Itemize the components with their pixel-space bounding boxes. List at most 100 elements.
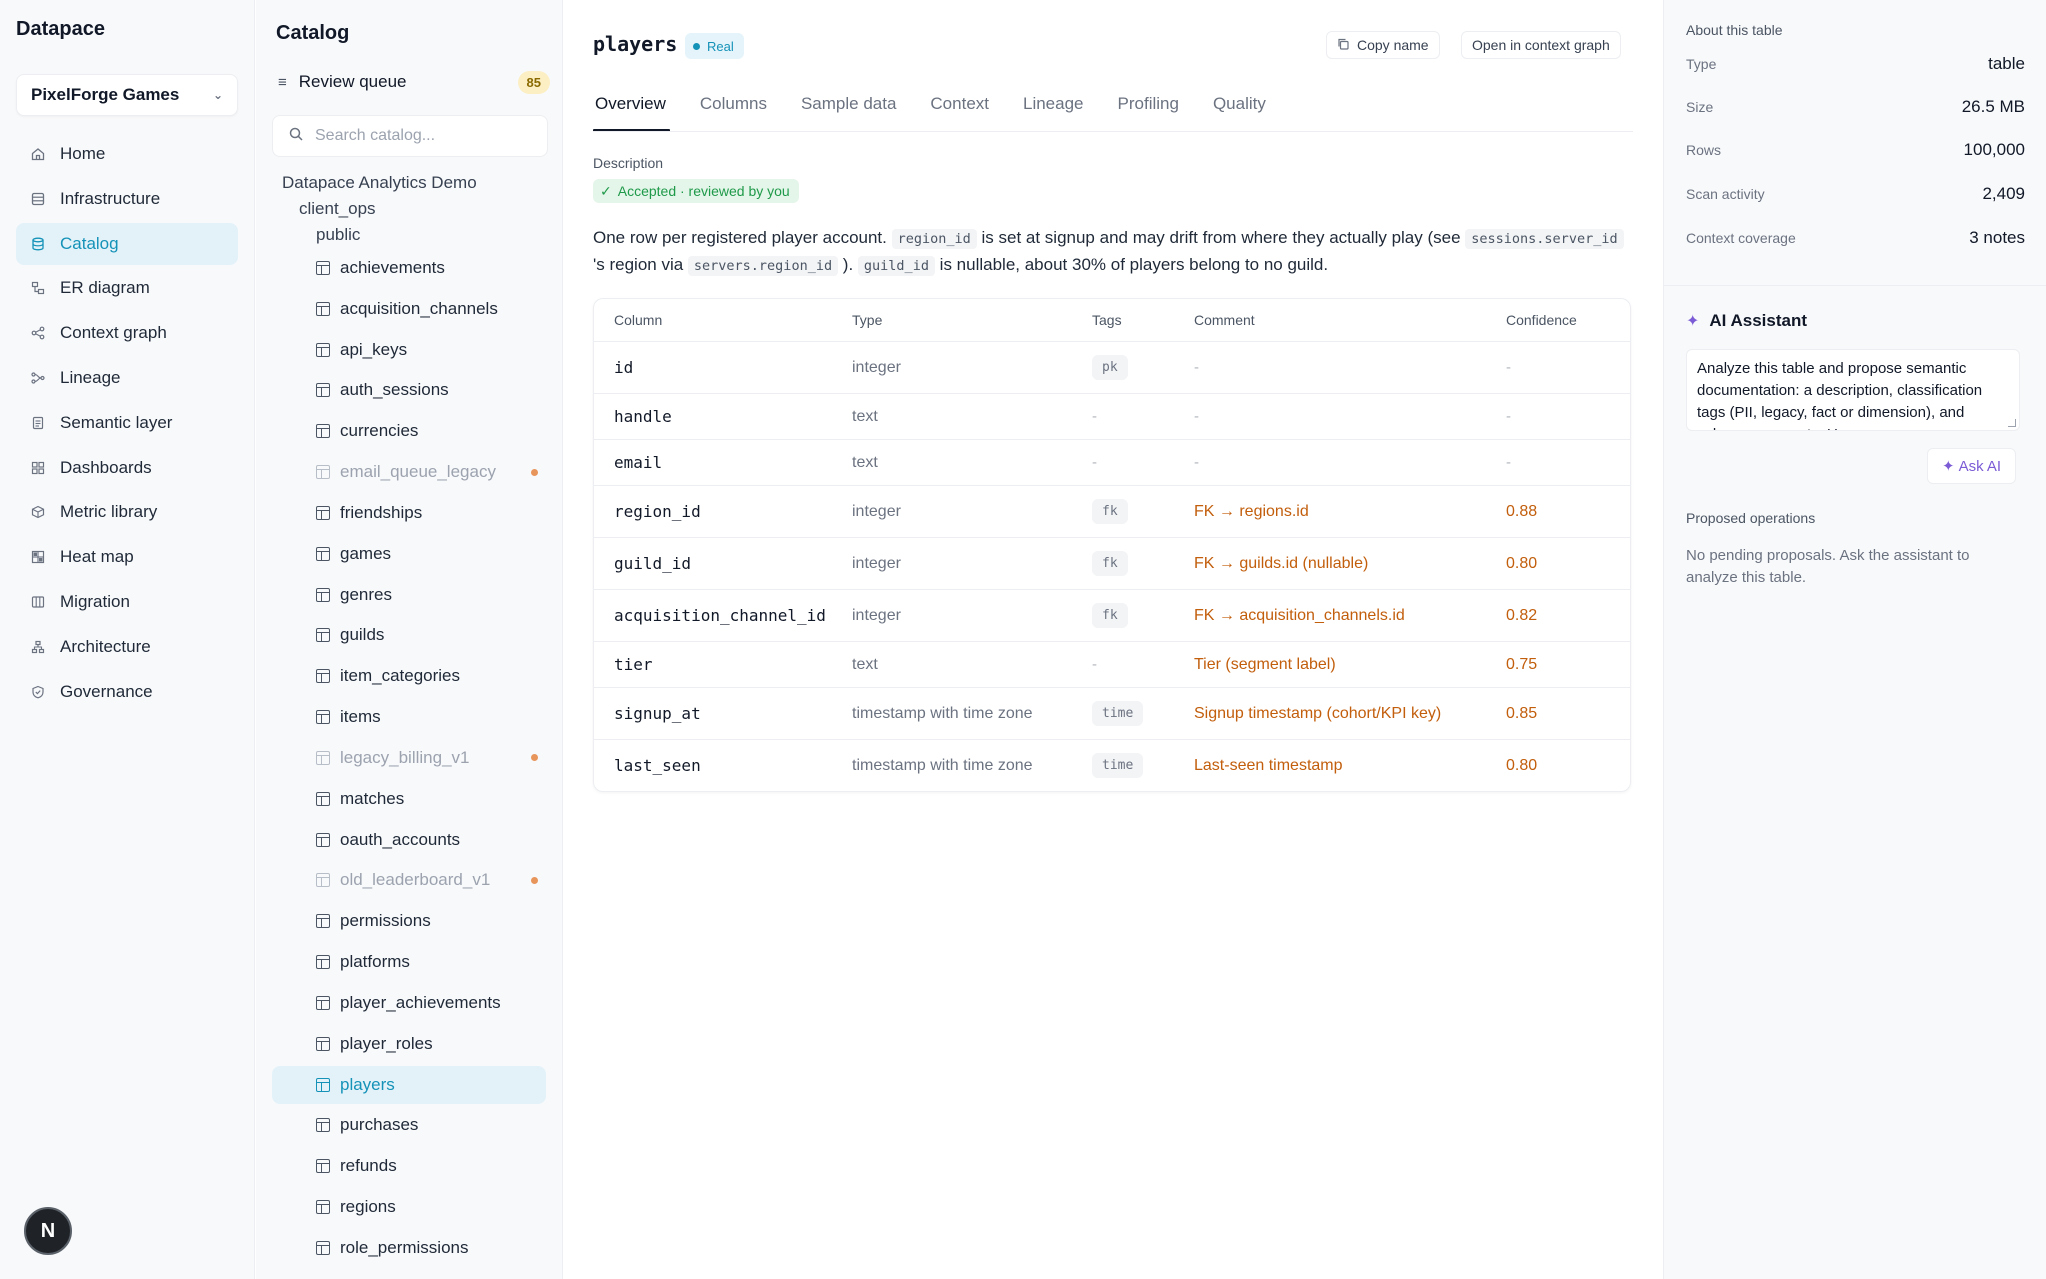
nav-item-er-diagram[interactable]: ER diagram <box>16 267 238 309</box>
table-list-item[interactable]: currencies <box>272 412 546 450</box>
nav-item-architecture[interactable]: Architecture <box>16 626 238 668</box>
table-row[interactable]: id integer pk - - <box>594 341 1630 393</box>
column-comment-cell[interactable]: Tier (segment label) <box>1194 656 1506 674</box>
table-list-item[interactable]: old_leaderboard_v1 <box>272 861 546 899</box>
column-confidence-cell: 0.80 <box>1506 555 1626 573</box>
table-list-item[interactable]: player_roles <box>272 1025 546 1063</box>
column-tags-cell: fk <box>1092 551 1194 576</box>
table-list-item[interactable]: legacy_billing_v1 <box>272 739 546 777</box>
review-queue-link[interactable]: ≡ Review queue 85 <box>278 66 550 98</box>
copy-name-button[interactable]: Copy name <box>1326 31 1440 59</box>
tab-columns[interactable]: Columns <box>700 94 767 132</box>
tree-database[interactable]: Datapace Analytics Demo <box>282 173 477 193</box>
nav-item-governance[interactable]: Governance <box>16 671 238 713</box>
column-comment-cell[interactable]: - <box>1194 454 1506 472</box>
column-comment-cell[interactable]: Last-seen timestamp <box>1194 757 1506 775</box>
nav-item-context-graph[interactable]: Context graph <box>16 312 238 354</box>
code-snippet: sessions.server_id <box>1465 229 1624 249</box>
column-tags-cell: - <box>1092 454 1194 472</box>
table-list-item[interactable]: player_achievements <box>272 984 546 1022</box>
table-list-item[interactable]: auth_sessions <box>272 371 546 409</box>
nav-item-migration[interactable]: Migration <box>16 581 238 623</box>
ask-ai-button[interactable]: ✦ Ask AI <box>1927 448 2017 484</box>
catalog-search-input[interactable]: Search catalog... <box>272 115 548 157</box>
tab-profiling[interactable]: Profiling <box>1118 94 1179 132</box>
table-list-item[interactable]: role_permissions <box>272 1229 546 1267</box>
tab-quality[interactable]: Quality <box>1213 94 1266 132</box>
column-header[interactable]: Comment <box>1194 312 1506 328</box>
nav-item-metric-library[interactable]: Metric library <box>16 491 238 533</box>
table-list-item[interactable]: permissions <box>272 902 546 940</box>
nav-item-semantic-layer[interactable]: Semantic layer <box>16 402 238 444</box>
nav-item-dashboards[interactable]: Dashboards <box>16 447 238 489</box>
column-header[interactable]: Type <box>852 312 1092 328</box>
tab-lineage[interactable]: Lineage <box>1023 94 1084 132</box>
column-comment-cell[interactable]: FK → acquisition_channels.id <box>1194 607 1506 625</box>
column-type: timestamp with time zone <box>852 756 1033 774</box>
column-comment: - <box>1194 407 1199 425</box>
table-list-item[interactable]: item_categories <box>272 657 546 695</box>
table-list-item[interactable]: email_queue_legacy <box>272 453 546 491</box>
open-context-graph-button[interactable]: Open in context graph <box>1461 31 1621 59</box>
proposed-operations-label: Proposed operations <box>1686 510 1816 526</box>
column-type: text <box>852 655 878 673</box>
table-list-item[interactable]: items <box>272 698 546 736</box>
tree-schema[interactable]: client_ops <box>299 199 376 219</box>
nav-item-home[interactable]: Home <box>16 133 238 175</box>
table-list-item[interactable]: platforms <box>272 943 546 981</box>
table-list-item[interactable]: purchases <box>272 1106 546 1144</box>
nav-item-infrastructure[interactable]: Infrastructure <box>16 178 238 220</box>
table-list-item[interactable]: acquisition_channels <box>272 290 546 328</box>
table-icon <box>316 1159 330 1174</box>
ai-prompt-textarea[interactable]: Analyze this table and propose semantic … <box>1686 349 2020 431</box>
table-list-item[interactable]: genres <box>272 576 546 614</box>
tab-sample-data[interactable]: Sample data <box>801 94 896 132</box>
column-header[interactable]: Tags <box>1092 312 1194 328</box>
table-list-item[interactable]: regions <box>272 1188 546 1226</box>
column-header[interactable]: Confidence <box>1506 312 1626 328</box>
tab-context[interactable]: Context <box>930 94 989 132</box>
nav-item-lineage[interactable]: Lineage <box>16 357 238 399</box>
table-icon <box>316 791 330 806</box>
column-header[interactable]: Column <box>594 312 852 328</box>
table-list-item[interactable]: players <box>272 1065 546 1104</box>
table-list-item[interactable]: api_keys <box>272 331 546 369</box>
column-name: tier <box>614 655 653 674</box>
table-name: games <box>340 543 392 563</box>
column-comment: Last-seen timestamp <box>1194 756 1343 774</box>
workspace-name: PixelForge Games <box>31 85 180 104</box>
resize-handle-icon[interactable] <box>2008 419 2016 427</box>
table-row[interactable]: handle text - - - <box>594 393 1630 439</box>
table-list-item[interactable]: matches <box>272 780 546 818</box>
sparkle-icon: ✦ <box>1686 313 1700 330</box>
table-list-item[interactable]: oauth_accounts <box>272 821 546 859</box>
column-name: region_id <box>614 502 701 521</box>
table-row[interactable]: signup_at timestamp with time zone time … <box>594 687 1630 739</box>
tree-namespace[interactable]: public <box>316 225 360 245</box>
column-comment-cell[interactable]: - <box>1194 359 1506 377</box>
table-name: platforms <box>340 952 410 972</box>
column-name: signup_at <box>614 704 701 723</box>
table-list-item[interactable]: achievements <box>272 249 546 287</box>
table-list-item[interactable]: games <box>272 535 546 573</box>
user-avatar[interactable]: N <box>24 1207 72 1255</box>
table-list-item[interactable]: guilds <box>272 616 546 654</box>
column-comment-cell[interactable]: - <box>1194 408 1506 426</box>
nav-item-catalog[interactable]: Catalog <box>16 222 238 265</box>
column-comment-cell[interactable]: Signup timestamp (cohort/KPI key) <box>1194 705 1506 723</box>
table-name: purchases <box>340 1115 419 1135</box>
table-row[interactable]: email text - - - <box>594 439 1630 485</box>
table-list-item[interactable]: refunds <box>272 1147 546 1185</box>
column-comment-cell[interactable]: FK → regions.id <box>1194 503 1506 521</box>
table-row[interactable]: acquisition_channel_id integer fk FK → a… <box>594 589 1630 641</box>
column-comment-cell[interactable]: FK → guilds.id (nullable) <box>1194 555 1506 573</box>
table-row[interactable]: guild_id integer fk FK → guilds.id (null… <box>594 537 1630 589</box>
nav-item-heat-map[interactable]: Heat map <box>16 536 238 578</box>
table-row[interactable]: region_id integer fk FK → regions.id 0.8… <box>594 485 1630 537</box>
table-row[interactable]: last_seen timestamp with time zone time … <box>594 739 1630 791</box>
cube-icon <box>30 504 46 520</box>
table-list-item[interactable]: friendships <box>272 494 546 532</box>
workspace-selector[interactable]: PixelForge Games ⌄ <box>16 74 238 116</box>
tab-overview[interactable]: Overview <box>593 94 670 132</box>
table-row[interactable]: tier text - Tier (segment label) 0.75 <box>594 641 1630 687</box>
